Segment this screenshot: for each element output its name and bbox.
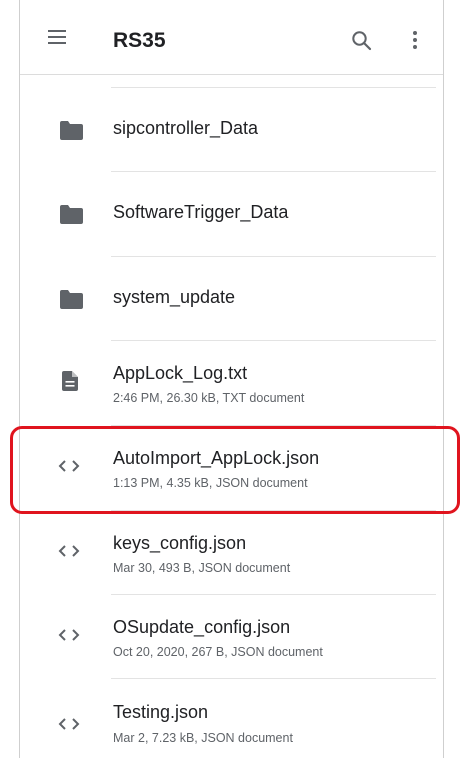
file-name: AppLock_Log.txt: [113, 363, 248, 383]
list-item-sipcontroller-data[interactable]: sipcontroller_Data: [20, 88, 443, 172]
menu-icon[interactable]: [48, 30, 72, 46]
folder-icon: [60, 205, 83, 229]
file-manager-screen: RS35 sipcontroller_Data SoftwareTrigger_…: [19, 0, 444, 758]
app-bar: RS35: [20, 0, 443, 75]
more-vert-icon[interactable]: [409, 30, 421, 54]
search-icon[interactable]: [351, 30, 375, 54]
code-file-icon: [58, 544, 80, 563]
list-item-softwaretrigger-data[interactable]: SoftwareTrigger_Data: [20, 172, 443, 256]
file-meta: 2:46 PM, 26.30 kB, TXT document: [113, 391, 305, 405]
file-meta: 1:13 PM, 4.35 kB, JSON document: [113, 476, 308, 490]
code-file-icon: [58, 628, 80, 647]
code-file-icon: [58, 459, 80, 478]
file-name: SoftwareTrigger_Data: [113, 202, 289, 222]
file-meta: Mar 2, 7.23 kB, JSON document: [113, 731, 293, 745]
file-name: OSupdate_config.json: [113, 617, 291, 637]
folder-icon: [60, 121, 83, 145]
code-file-icon: [58, 717, 80, 736]
file-name: keys_config.json: [113, 533, 247, 553]
page-title: RS35: [113, 29, 166, 52]
list-item-keys-config-json[interactable]: keys_config.json Mar 30, 493 B, JSON doc…: [20, 511, 443, 595]
list-item-autoimport-applock-json[interactable]: AutoImport_AppLock.json 1:13 PM, 4.35 kB…: [20, 426, 443, 510]
file-name: sipcontroller_Data: [113, 118, 259, 138]
file-meta: Mar 30, 493 B, JSON document: [113, 561, 291, 575]
file-meta: Oct 20, 2020, 267 B, JSON document: [113, 645, 323, 659]
file-name: AutoImport_AppLock.json: [113, 448, 320, 468]
list-item-osupdate-config-json[interactable]: OSupdate_config.json Oct 20, 2020, 267 B…: [20, 595, 443, 679]
file-name: system_update: [113, 287, 236, 307]
list-item-applock-log-txt[interactable]: AppLock_Log.txt 2:46 PM, 26.30 kB, TXT d…: [20, 341, 443, 425]
file-name: Testing.json: [113, 702, 209, 722]
text-file-icon: [62, 371, 78, 396]
list-item-testing-json[interactable]: Testing.json Mar 2, 7.23 kB, JSON docume…: [20, 679, 443, 758]
list-item-system-update[interactable]: system_update: [20, 257, 443, 341]
folder-icon: [60, 290, 83, 314]
